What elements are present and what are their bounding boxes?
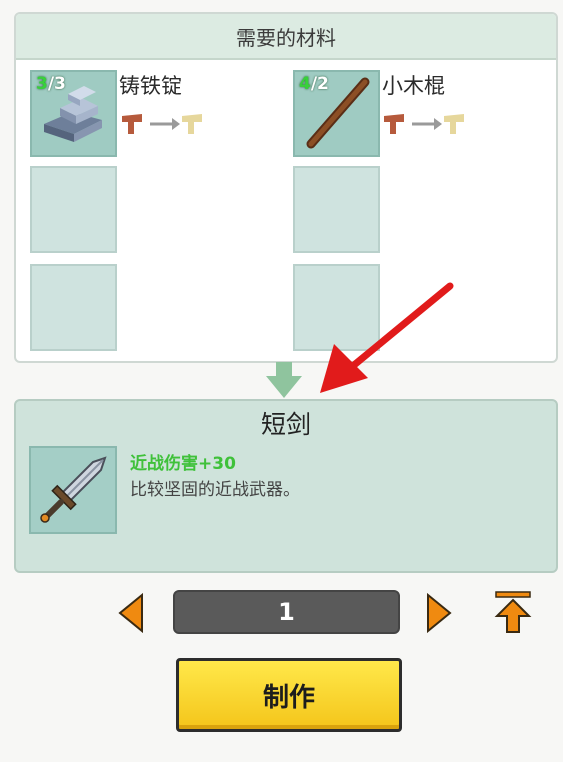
material-slot-wooden-stick[interactable]: 4/2	[293, 70, 380, 157]
material-slot-empty	[30, 166, 117, 253]
result-item-slot[interactable]	[29, 446, 117, 534]
max-quantity-button[interactable]	[493, 590, 533, 634]
material-count: 3/3	[36, 74, 66, 94]
short-sword-icon	[40, 456, 107, 523]
material-slot-empty	[293, 166, 380, 253]
arrow-down-icon	[266, 362, 302, 398]
result-panel: 短剑 近战伤害+30 比较坚固的近战武器。	[14, 399, 558, 573]
drop-source-path-icon	[384, 114, 464, 134]
craft-button[interactable]: 制作	[176, 658, 402, 732]
crafting-screen: 需要的材料 3/3 铸铁锭 4/2 小木棍 短剑 近战伤害+30 比较坚固的近战…	[0, 0, 563, 762]
decrease-quantity-button[interactable]	[118, 593, 144, 633]
annotation-arrow-icon	[320, 282, 454, 393]
materials-panel: 需要的材料 3/3 铸铁锭 4/2 小木棍	[14, 12, 558, 363]
material-name: 铸铁锭	[119, 74, 182, 98]
increase-quantity-button[interactable]	[426, 593, 452, 633]
quantity-field[interactable]: 1	[173, 590, 400, 634]
material-count: 4/2	[299, 74, 329, 94]
drop-source-path-icon	[122, 114, 202, 134]
result-item-name: 短剑	[260, 410, 311, 439]
material-name: 小木棍	[382, 74, 445, 98]
result-stat: 近战伤害+30	[130, 454, 236, 474]
material-slot-iron-ingot[interactable]: 3/3	[30, 70, 117, 157]
result-description: 比较坚固的近战武器。	[130, 480, 300, 500]
material-slot-empty	[30, 264, 117, 351]
materials-header: 需要的材料	[16, 14, 556, 60]
